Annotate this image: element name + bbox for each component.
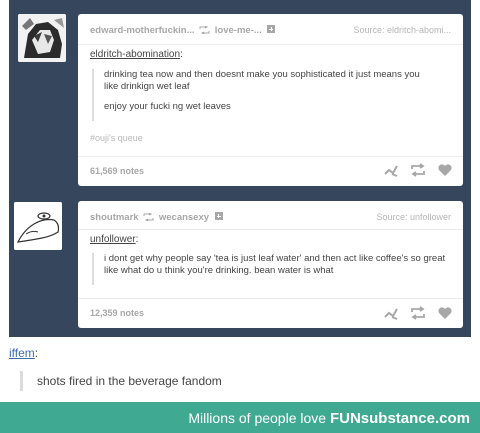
avatar-anime-icon[interactable] xyxy=(18,14,66,62)
reblog-icon xyxy=(143,213,154,221)
like-icon[interactable] xyxy=(437,162,453,178)
quote-line: drinking tea now and then doesnt make yo… xyxy=(104,69,420,92)
reblog-quote: i dont get why people say 'tea is just l… xyxy=(92,253,447,285)
post-actions xyxy=(383,162,453,178)
quote-line: i dont get why people say 'tea is just l… xyxy=(104,253,446,276)
footer-brand: FUNsubstance.com xyxy=(329,410,470,427)
share-icon[interactable] xyxy=(383,305,399,321)
footer-divider xyxy=(78,298,463,299)
notes-count[interactable]: 61,569 notes xyxy=(90,166,144,176)
footer-text: Millions of people love FUNsubstance.com xyxy=(188,410,470,427)
header-divider xyxy=(78,44,463,45)
share-icon[interactable] xyxy=(383,162,399,178)
footer-tagline: Millions of people love xyxy=(188,410,327,426)
post-actions xyxy=(383,305,453,321)
reblog-username-link[interactable]: unfollower xyxy=(90,234,136,245)
reblogged-from-link[interactable]: love-me-... xyxy=(215,25,262,36)
watermark-footer: Millions of people love FUNsubstance.com xyxy=(0,402,480,433)
op-quote: shots fired in the beverage fandom xyxy=(20,371,222,391)
reblog-username-link[interactable]: eldritch-abomination xyxy=(90,49,180,60)
post-header: shoutmark wecansexy Source: unfollower xyxy=(90,212,451,226)
reblog-user: eldritch-abomination: xyxy=(90,49,183,60)
reblog-quote: drinking tea now and then doesnt make yo… xyxy=(92,69,432,121)
source-link[interactable]: Source: eldritch-abomi... xyxy=(353,25,451,35)
op-username-link[interactable]: iffem xyxy=(9,346,35,360)
like-icon[interactable] xyxy=(437,305,453,321)
reblog-icon xyxy=(199,26,210,34)
header-divider xyxy=(78,229,463,230)
post-header: edward-motherfuckin... love-me-... Sourc… xyxy=(90,25,451,39)
reblog-user: unfollower: xyxy=(90,234,139,245)
author-link[interactable]: edward-motherfuckin... xyxy=(90,25,195,36)
reblog-icon[interactable] xyxy=(410,162,426,178)
footer-divider xyxy=(78,156,463,157)
reblogged-from-link[interactable]: wecansexy xyxy=(159,212,209,223)
post-card-1: edward-motherfuckin... love-me-... Sourc… xyxy=(78,14,463,186)
post-tag[interactable]: #ouji's queue xyxy=(90,133,143,143)
reblog-icon[interactable] xyxy=(410,305,426,321)
author-link[interactable]: shoutmark xyxy=(90,212,139,223)
source-link[interactable]: Source: unfollower xyxy=(376,212,451,222)
avatar-drawing-icon[interactable] xyxy=(14,202,62,250)
notes-count[interactable]: 12,359 notes xyxy=(90,308,144,318)
quote-line: enjoy your fucki ng wet leaves xyxy=(104,101,231,112)
follow-icon[interactable] xyxy=(267,25,276,33)
post-card-2: shoutmark wecansexy Source: unfollower u… xyxy=(78,201,463,328)
op-comment: iffem: xyxy=(9,346,39,360)
follow-icon[interactable] xyxy=(214,212,223,220)
